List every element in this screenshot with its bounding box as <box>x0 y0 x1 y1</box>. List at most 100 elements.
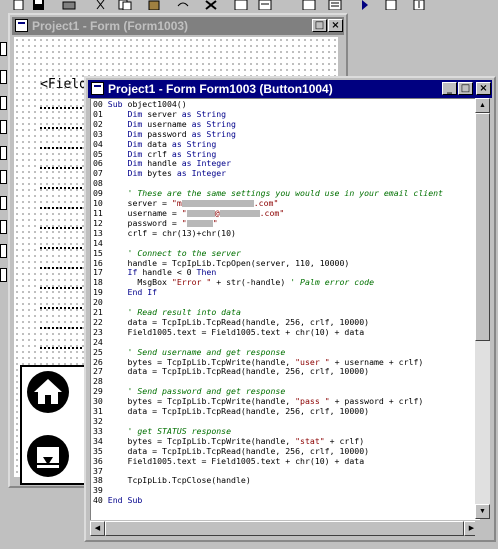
line-number: 08 <box>93 178 108 189</box>
code-token: data = TcpIpLib.TcpRead(handle, 256, crl… <box>107 316 370 327</box>
minimize-button[interactable]: _ <box>442 82 457 95</box>
redacted-text <box>219 209 260 217</box>
code-token: Sub <box>107 99 128 109</box>
save-icon[interactable] <box>32 0 48 10</box>
line-number: 03 <box>93 128 108 139</box>
code-line[interactable]: 31 data = TcpIpLib.TcpRead(handle, 256, … <box>93 406 480 417</box>
code-token: If <box>127 267 143 278</box>
code-line[interactable]: 07 Dim bytes as Integer <box>93 168 480 179</box>
compile-icon[interactable] <box>384 0 400 10</box>
new-file-icon[interactable] <box>12 0 28 10</box>
code-token: ' Palm error code <box>290 277 375 288</box>
cut-icon[interactable] <box>94 0 110 10</box>
vertical-scrollbar[interactable]: ▲ ▼ <box>475 98 490 519</box>
maximize-button[interactable]: □ <box>458 82 473 95</box>
code-line[interactable]: 40 End Sub <box>93 495 480 506</box>
form-icon[interactable] <box>234 0 250 10</box>
download-tray-icon[interactable] <box>27 435 69 477</box>
form-window-titlebar[interactable]: Project1 - Form (Form1003) □ × <box>12 17 344 35</box>
line-number: 21 <box>93 307 108 318</box>
run-icon[interactable] <box>358 0 374 10</box>
palette-tool[interactable] <box>0 146 7 160</box>
palette-tool[interactable] <box>0 196 7 210</box>
module-icon[interactable] <box>258 0 274 10</box>
code-token: handle < 0 <box>142 267 197 278</box>
code-token: Dim <box>127 118 148 129</box>
code-token: crlf <box>147 148 172 159</box>
code-text[interactable]: 00 Sub object1004() 01 Dim server as Stri… <box>91 99 480 506</box>
palette-tool[interactable] <box>0 268 7 282</box>
palette-tool[interactable] <box>0 244 7 258</box>
palette-tool[interactable] <box>0 70 7 84</box>
home-icon[interactable] <box>27 371 69 413</box>
close-button[interactable]: × <box>476 82 491 95</box>
line-number: 26 <box>93 356 108 367</box>
code-token: Then <box>196 267 217 278</box>
code-token: ' get STATUS response <box>127 425 232 436</box>
code-token: + password + crlf) <box>329 396 424 407</box>
scroll-left-icon[interactable]: ◀ <box>90 521 105 536</box>
code-window-titlebar[interactable]: Project1 - Form Form1003 (Button1004) _ … <box>88 80 492 98</box>
code-token: + crlf) <box>324 435 365 446</box>
code-token: as String <box>171 148 217 159</box>
delete-icon[interactable] <box>204 0 220 10</box>
line-number: 30 <box>93 396 108 407</box>
code-line[interactable]: 23 Field1005.text = Field1005.text + chr… <box>93 326 480 338</box>
code-line[interactable]: 39 <box>93 485 480 496</box>
form-close-x-button[interactable]: × <box>328 19 343 32</box>
code-token: username <box>147 118 192 129</box>
redacted-text <box>186 209 215 217</box>
palette-tool[interactable] <box>0 42 7 56</box>
code-token: server <box>147 108 182 119</box>
form-window-icon <box>15 19 28 32</box>
line-number: 36 <box>93 455 108 466</box>
paste-icon[interactable] <box>148 0 164 10</box>
form-close-button[interactable]: □ <box>312 19 327 32</box>
code-line[interactable]: 27 data = TcpIpLib.TcpRead(handle, 256, … <box>93 367 480 377</box>
line-number: 00 <box>93 99 108 109</box>
scroll-down-icon[interactable]: ▼ <box>475 504 490 519</box>
hscroll-thumb[interactable] <box>105 521 464 536</box>
horizontal-scrollbar[interactable]: ◀ ▶ <box>90 521 479 536</box>
line-number: 09 <box>93 188 108 199</box>
code-token: .com" <box>253 198 279 209</box>
palette-tool[interactable] <box>0 120 7 134</box>
code-line[interactable]: 38 TcpIpLib.TcpClose(handle) <box>93 475 480 486</box>
copy-icon[interactable] <box>118 0 134 10</box>
line-number: 17 <box>93 267 108 278</box>
scroll-up-icon[interactable]: ▲ <box>475 98 490 113</box>
code-token: Dim <box>127 158 148 169</box>
line-number: 31 <box>93 406 108 417</box>
download-icon[interactable] <box>412 0 428 10</box>
line-number: 22 <box>93 316 108 327</box>
code-token: "user " <box>295 356 330 367</box>
palette-tool[interactable] <box>0 170 7 184</box>
code-token: bytes <box>147 168 177 179</box>
code-token: End If <box>127 287 158 298</box>
scroll-thumb[interactable] <box>475 113 490 341</box>
scroll-corner <box>475 521 490 536</box>
properties-icon[interactable] <box>328 0 344 10</box>
code-line[interactable]: 13 crlf = chr(13)+chr(10) <box>93 227 480 239</box>
line-number: 35 <box>93 445 108 456</box>
background-area <box>348 12 498 76</box>
palette-tool[interactable] <box>0 96 7 110</box>
code-token: + str(-handle) <box>211 277 291 288</box>
menu-editor-icon[interactable] <box>302 0 318 10</box>
line-number: 23 <box>93 326 108 337</box>
line-number: 13 <box>93 227 108 238</box>
print-icon[interactable] <box>62 0 78 10</box>
palette-tool[interactable] <box>0 220 7 234</box>
code-token: Dim <box>127 128 148 139</box>
code-token: bytes = TcpIpLib.TcpWrite(handle, <box>107 435 296 446</box>
code-token: ' Read result into data <box>127 307 241 318</box>
code-line[interactable]: 19 End If <box>93 287 480 298</box>
undo-icon[interactable] <box>176 0 192 10</box>
code-editor[interactable]: 00 Sub object1004() 01 Dim server as Stri… <box>90 98 480 520</box>
code-line[interactable]: 36 Field1005.text = Field1005.text + chr… <box>93 455 480 467</box>
